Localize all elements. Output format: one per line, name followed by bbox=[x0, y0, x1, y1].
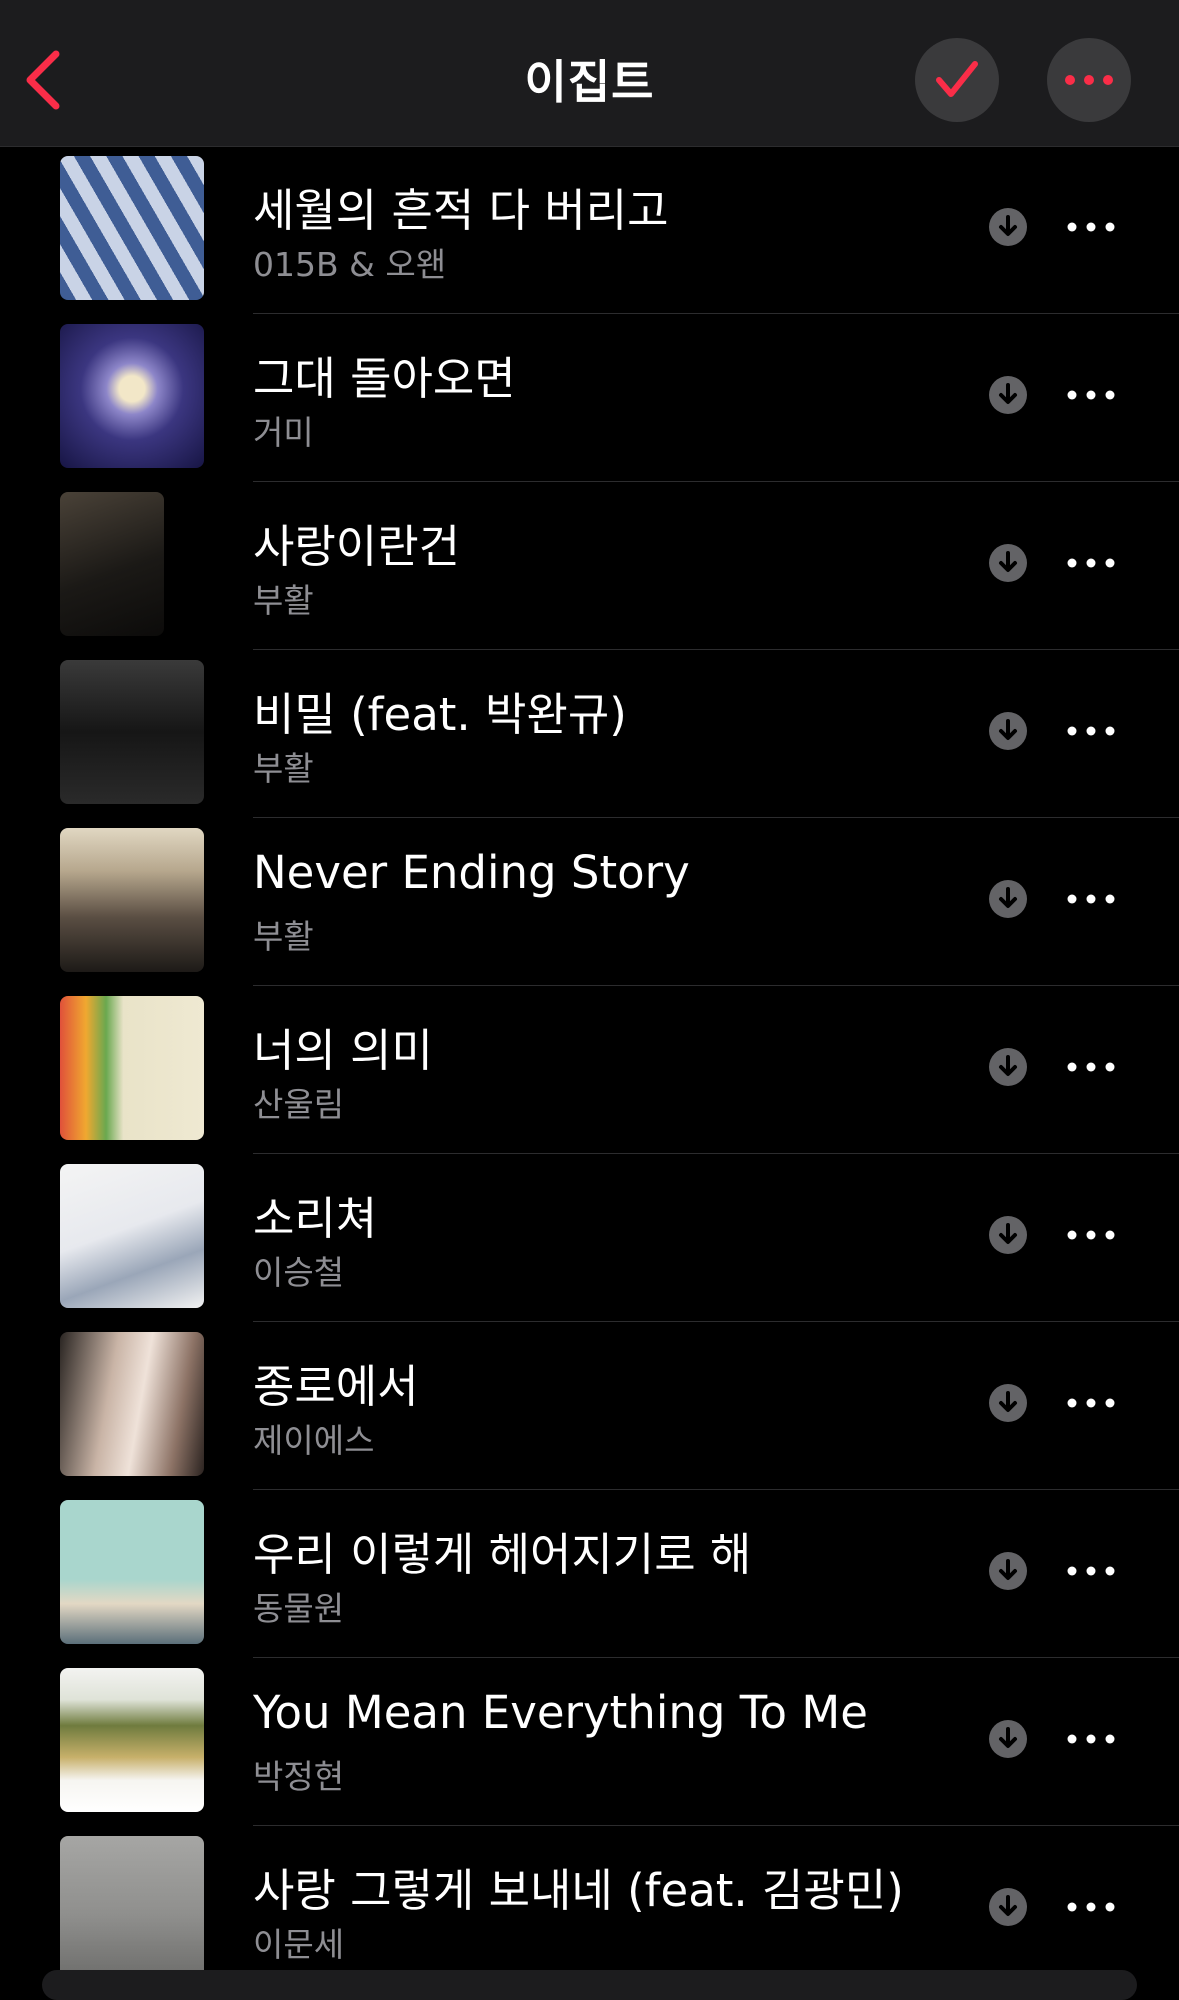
song-row[interactable]: 소리쳐 이승철 bbox=[0, 1154, 1179, 1322]
song-more-button[interactable] bbox=[1066, 716, 1116, 746]
song-title: 소리쳐 bbox=[253, 1192, 378, 1245]
song-more-button[interactable] bbox=[1066, 1724, 1116, 1754]
song-title: 우리 이렇게 헤어지기로 해 bbox=[253, 1528, 752, 1581]
ellipsis-icon bbox=[1067, 1734, 1115, 1744]
download-icon bbox=[999, 215, 1017, 236]
song-title: 종로에서 bbox=[253, 1360, 419, 1413]
song-more-button[interactable] bbox=[1066, 212, 1116, 242]
song-title: 사랑 그렇게 보내네 (feat. 김광민) bbox=[253, 1864, 904, 1917]
page-title: 이집트 bbox=[524, 55, 655, 109]
download-icon bbox=[999, 551, 1017, 572]
download-button[interactable] bbox=[989, 208, 1027, 246]
ellipsis-icon bbox=[1067, 1398, 1115, 1408]
checkmark-icon bbox=[936, 61, 978, 97]
song-artist: 이승철 bbox=[253, 1253, 345, 1292]
download-button[interactable] bbox=[989, 544, 1027, 582]
more-options-button[interactable] bbox=[1047, 38, 1131, 122]
ellipsis-icon bbox=[1067, 558, 1115, 568]
download-icon bbox=[999, 1559, 1017, 1580]
ellipsis-icon bbox=[1067, 390, 1115, 400]
song-title: 그대 돌아오면 bbox=[253, 352, 516, 405]
navigation-bar: 이집트 bbox=[0, 0, 1179, 147]
song-more-button[interactable] bbox=[1066, 1052, 1116, 1082]
album-art bbox=[60, 1164, 204, 1308]
song-artist: 거미 bbox=[253, 413, 314, 452]
download-button[interactable] bbox=[989, 1720, 1027, 1758]
download-button[interactable] bbox=[989, 1552, 1027, 1590]
song-title: 너의 의미 bbox=[253, 1024, 433, 1077]
ellipsis-icon bbox=[1067, 1062, 1115, 1072]
song-more-button[interactable] bbox=[1066, 548, 1116, 578]
download-icon bbox=[999, 1895, 1017, 1916]
download-icon bbox=[999, 1055, 1017, 1076]
ellipsis-icon bbox=[1065, 75, 1113, 85]
song-artist: 박정현 bbox=[253, 1757, 345, 1796]
song-row[interactable]: You Mean Everything To Me 박정현 bbox=[0, 1658, 1179, 1826]
download-icon bbox=[999, 1223, 1017, 1244]
song-row[interactable]: 비밀 (feat. 박완규) 부활 bbox=[0, 650, 1179, 818]
ellipsis-icon bbox=[1067, 726, 1115, 736]
song-artist: 제이에스 bbox=[253, 1421, 375, 1460]
song-more-button[interactable] bbox=[1066, 1220, 1116, 1250]
song-row[interactable]: 종로에서 제이에스 bbox=[0, 1322, 1179, 1490]
download-button[interactable] bbox=[989, 1216, 1027, 1254]
download-icon bbox=[999, 719, 1017, 740]
album-art bbox=[60, 996, 204, 1140]
album-art bbox=[60, 1668, 204, 1812]
song-title: 비밀 (feat. 박완규) bbox=[253, 688, 627, 741]
song-row[interactable]: Never Ending Story 부활 bbox=[0, 818, 1179, 986]
download-button[interactable] bbox=[989, 1048, 1027, 1086]
download-button[interactable] bbox=[989, 376, 1027, 414]
album-art bbox=[60, 1332, 204, 1476]
song-more-button[interactable] bbox=[1066, 884, 1116, 914]
song-list: 세월의 흔적 다 버리고 015B & 오왠 그대 돌아오면 거미 사랑이란건 … bbox=[0, 146, 1179, 1994]
album-art bbox=[60, 828, 204, 972]
download-button[interactable] bbox=[989, 1888, 1027, 1926]
download-icon bbox=[999, 1391, 1017, 1412]
song-artist: 이문세 bbox=[253, 1925, 345, 1964]
song-row[interactable]: 세월의 흔적 다 버리고 015B & 오왠 bbox=[0, 146, 1179, 314]
album-art bbox=[60, 660, 204, 804]
song-artist: 015B & 오왠 bbox=[253, 245, 447, 284]
song-more-button[interactable] bbox=[1066, 1556, 1116, 1586]
ellipsis-icon bbox=[1067, 1902, 1115, 1912]
song-row[interactable]: 사랑이란건 부활 bbox=[0, 482, 1179, 650]
song-artist: 동물원 bbox=[253, 1589, 345, 1628]
song-more-button[interactable] bbox=[1066, 1892, 1116, 1922]
download-button[interactable] bbox=[989, 880, 1027, 918]
song-row[interactable]: 그대 돌아오면 거미 bbox=[0, 314, 1179, 482]
song-more-button[interactable] bbox=[1066, 1388, 1116, 1418]
download-button[interactable] bbox=[989, 712, 1027, 750]
mini-player-edge[interactable] bbox=[42, 1970, 1137, 2000]
download-icon bbox=[999, 887, 1017, 908]
ellipsis-icon bbox=[1067, 894, 1115, 904]
song-row[interactable]: 우리 이렇게 헤어지기로 해 동물원 bbox=[0, 1490, 1179, 1658]
song-row[interactable]: 사랑 그렇게 보내네 (feat. 김광민) 이문세 bbox=[0, 1826, 1179, 1994]
download-button[interactable] bbox=[989, 1384, 1027, 1422]
song-more-button[interactable] bbox=[1066, 380, 1116, 410]
song-title: 세월의 흔적 다 버리고 bbox=[253, 184, 669, 237]
album-art bbox=[60, 324, 204, 468]
ellipsis-icon bbox=[1067, 222, 1115, 232]
song-title: 사랑이란건 bbox=[253, 520, 461, 573]
song-artist: 부활 bbox=[253, 917, 314, 956]
download-icon bbox=[999, 1727, 1017, 1748]
ellipsis-icon bbox=[1067, 1566, 1115, 1576]
song-row[interactable]: 너의 의미 산울림 bbox=[0, 986, 1179, 1154]
album-art bbox=[60, 492, 164, 636]
download-icon bbox=[999, 383, 1017, 404]
ellipsis-icon bbox=[1067, 1230, 1115, 1240]
done-button[interactable] bbox=[915, 38, 999, 122]
song-artist: 부활 bbox=[253, 749, 314, 788]
song-title: Never Ending Story bbox=[253, 846, 690, 899]
song-artist: 부활 bbox=[253, 581, 314, 620]
album-art bbox=[60, 1500, 204, 1644]
song-artist: 산울림 bbox=[253, 1085, 345, 1124]
album-art bbox=[60, 1836, 204, 1980]
album-art bbox=[60, 156, 204, 300]
song-title: You Mean Everything To Me bbox=[253, 1686, 868, 1739]
